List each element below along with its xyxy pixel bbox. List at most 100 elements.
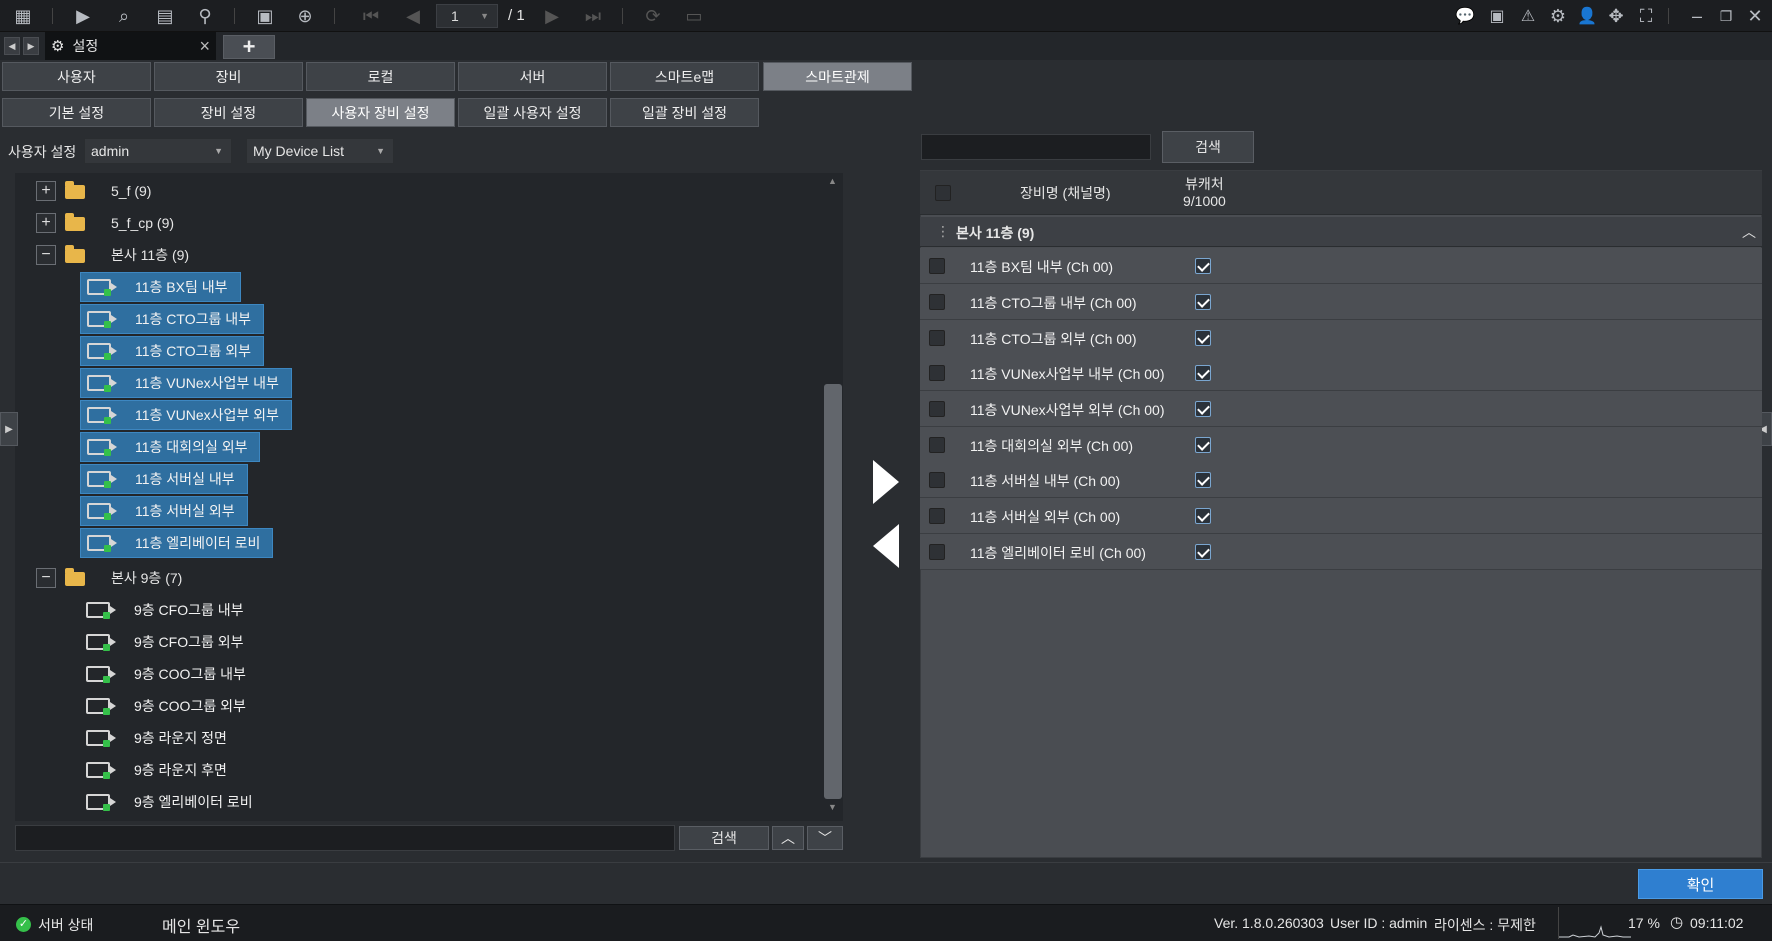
assigned-row[interactable]: 11층 서버실 외부 (Ch 00): [920, 498, 1762, 534]
viewer-checkbox[interactable]: [1195, 294, 1211, 310]
assigned-row[interactable]: 11층 VUNex사업부 외부 (Ch 00): [920, 391, 1762, 427]
tree-folder-hq-9f[interactable]: 본사 9층 (7): [111, 563, 182, 593]
alarm-icon[interactable]: ⚠: [1517, 5, 1539, 27]
assigned-row[interactable]: 11층 엘리베이터 로비 (Ch 00): [920, 534, 1762, 570]
tree-device[interactable]: 9층 COO그룹 외부: [80, 691, 258, 721]
select-all-checkbox[interactable]: [935, 185, 951, 201]
prev-page-icon[interactable]: ◀: [402, 5, 424, 27]
right-search-button[interactable]: 검색: [1162, 131, 1254, 163]
collapse-toggle[interactable]: −: [36, 245, 56, 265]
expand-toggle[interactable]: +: [36, 181, 56, 201]
viewer-checkbox[interactable]: [1195, 544, 1211, 560]
viewer-checkbox[interactable]: [1195, 472, 1211, 488]
row-select-checkbox[interactable]: [929, 258, 945, 274]
tree-device-selected[interactable]: 11층 VUNex사업부 내부: [80, 368, 292, 398]
row-select-checkbox[interactable]: [929, 330, 945, 346]
tree-folder-5f[interactable]: 5_f (9): [111, 176, 151, 206]
assigned-row[interactable]: 11층 BX팀 내부 (Ch 00): [920, 248, 1762, 284]
tree-folder-hq-11f[interactable]: 본사 11층 (9): [111, 240, 189, 270]
move-icon[interactable]: ✥: [1605, 5, 1627, 27]
scroll-down-icon[interactable]: ▼: [828, 802, 837, 812]
tree-device-selected[interactable]: 11층 엘리베이터 로비: [80, 528, 274, 558]
tree-device-selected[interactable]: 11층 BX팀 내부: [80, 272, 241, 302]
tab-device-settings[interactable]: 장비 설정: [154, 98, 303, 127]
assigned-row[interactable]: 11층 대회의실 외부 (Ch 00): [920, 427, 1762, 463]
tree-device[interactable]: 9층 CFO그룹 외부: [80, 627, 256, 657]
next-page-icon[interactable]: ▶: [541, 5, 563, 27]
assigned-row[interactable]: 11층 CTO그룹 외부 (Ch 00): [920, 320, 1762, 356]
row-select-checkbox[interactable]: [929, 508, 945, 524]
search-next-button[interactable]: ﹀: [807, 826, 843, 850]
tab-server[interactable]: 서버: [458, 62, 607, 91]
row-select-checkbox[interactable]: [929, 472, 945, 488]
assigned-row[interactable]: 11층 VUNex사업부 내부 (Ch 00): [920, 355, 1762, 391]
tree-search-input[interactable]: [15, 825, 675, 851]
main-window-label[interactable]: 메인 윈도우: [162, 913, 240, 937]
right-search-input[interactable]: [921, 134, 1151, 160]
drag-handle-icon[interactable]: ⋮: [936, 223, 950, 240]
viewer-checkbox[interactable]: [1195, 258, 1211, 274]
scroll-up-icon[interactable]: ▲: [828, 176, 837, 186]
tree-folder-5f-cp[interactable]: 5_f_cp (9): [111, 208, 174, 238]
viewer-checkbox[interactable]: [1195, 330, 1211, 346]
tree-device-selected[interactable]: 11층 CTO그룹 내부: [80, 304, 265, 334]
tree-device[interactable]: 9층 라운지 정면: [80, 723, 239, 753]
settings-icon[interactable]: ⚙: [1547, 5, 1569, 27]
tab-basic-settings[interactable]: 기본 설정: [2, 98, 151, 127]
restore-icon[interactable]: ❐: [1715, 5, 1737, 27]
refresh-icon[interactable]: ⟳: [642, 5, 664, 27]
tab-device[interactable]: 장비: [154, 62, 303, 91]
tree-device[interactable]: 9층 CFO그룹 내부: [80, 595, 256, 625]
tree-device[interactable]: 9층 엘리베이터 로비: [80, 787, 265, 817]
server-status-label[interactable]: 서버 상태: [38, 915, 93, 935]
tree-device-selected[interactable]: 11층 서버실 내부: [80, 464, 248, 494]
expand-toggle[interactable]: +: [36, 213, 56, 233]
tab-smart-control[interactable]: 스마트관제: [763, 62, 912, 91]
tree-device-selected[interactable]: 11층 서버실 외부: [80, 496, 248, 526]
search-playback-icon[interactable]: ⌕: [113, 5, 135, 27]
first-page-icon[interactable]: ⏮: [360, 5, 382, 27]
last-page-icon[interactable]: ⏭: [582, 5, 604, 27]
tree-search-button[interactable]: 검색: [679, 826, 769, 850]
snapshot-icon[interactable]: ▭: [683, 5, 705, 27]
page-number-input[interactable]: 1 ▼: [436, 4, 498, 28]
row-select-checkbox[interactable]: [929, 437, 945, 453]
collapse-toggle[interactable]: −: [36, 568, 56, 588]
row-select-checkbox[interactable]: [929, 294, 945, 310]
add-monitor-icon[interactable]: ⊕: [294, 5, 316, 27]
chat-icon[interactable]: 💬: [1454, 5, 1476, 27]
row-select-checkbox[interactable]: [929, 544, 945, 560]
close-icon[interactable]: ✕: [1744, 5, 1766, 27]
export-icon[interactable]: ▤: [154, 5, 176, 27]
tab-local[interactable]: 로컬: [306, 62, 455, 91]
confirm-button[interactable]: 확인: [1638, 869, 1763, 899]
tab-bulk-user-settings[interactable]: 일괄 사용자 설정: [458, 98, 607, 127]
play-icon[interactable]: ▶: [72, 5, 94, 27]
event-search-icon[interactable]: ⚲: [194, 5, 216, 27]
viewer-checkbox[interactable]: [1195, 508, 1211, 524]
tab-user-device-settings[interactable]: 사용자 장비 설정: [306, 98, 455, 127]
tree-device[interactable]: 9층 라운지 후면: [80, 755, 239, 785]
collapse-chevron-up-icon[interactable]: ︿: [1742, 222, 1756, 242]
tab-bulk-device-settings[interactable]: 일괄 장비 설정: [610, 98, 759, 127]
row-select-checkbox[interactable]: [929, 401, 945, 417]
group-header[interactable]: ⋮ 본사 11층 (9) ︿: [920, 217, 1762, 247]
tab-settings[interactable]: ⚙ 설정 ×: [45, 32, 216, 60]
add-to-list-arrow-icon[interactable]: [873, 460, 899, 504]
search-prev-button[interactable]: ︿: [772, 826, 804, 850]
notification-icon[interactable]: ▣: [1486, 5, 1508, 27]
minimize-icon[interactable]: –: [1686, 5, 1708, 27]
viewer-checkbox[interactable]: [1195, 437, 1211, 453]
tree-scrollbar-thumb[interactable]: [824, 384, 842, 799]
tab-scroll-left-icon[interactable]: ◀: [4, 37, 20, 55]
viewer-checkbox[interactable]: [1195, 365, 1211, 381]
tree-device-selected[interactable]: 11층 CTO그룹 외부: [80, 336, 265, 366]
grid-icon[interactable]: ▦: [12, 5, 34, 27]
close-icon[interactable]: ×: [199, 36, 210, 57]
assigned-row[interactable]: 11층 CTO그룹 내부 (Ch 00): [920, 284, 1762, 320]
tab-user[interactable]: 사용자: [2, 62, 151, 91]
left-panel-toggle[interactable]: ▶: [0, 412, 18, 446]
fullscreen-icon[interactable]: ⛶: [1635, 5, 1657, 27]
remove-from-list-arrow-icon[interactable]: [873, 524, 899, 568]
viewer-checkbox[interactable]: [1195, 401, 1211, 417]
